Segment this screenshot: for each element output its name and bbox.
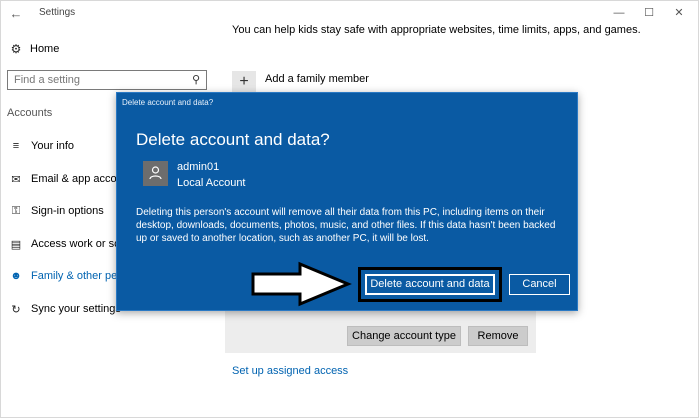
minimize-icon: — bbox=[613, 7, 625, 19]
close-icon: ✕ bbox=[674, 7, 684, 19]
cancel-button[interactable]: Cancel bbox=[509, 274, 570, 295]
back-button[interactable]: ← bbox=[7, 5, 25, 23]
sidebar-item-label: Sign-in options bbox=[31, 205, 104, 217]
sidebar-item-label: Sync your settings bbox=[31, 303, 121, 315]
dialog-warning-text: Deleting this person's account will remo… bbox=[136, 207, 556, 244]
settings-window: ← Settings — ☐ ✕ ⚙ Home ⚲ Accounts ≡ You… bbox=[0, 0, 699, 418]
add-family-member-button[interactable]: + Add a family member bbox=[232, 71, 369, 93]
maximize-button[interactable]: ☐ bbox=[638, 4, 660, 22]
maximize-icon: ☐ bbox=[644, 7, 654, 19]
person-card-icon: ≡ bbox=[12, 140, 20, 152]
person-add-icon: ☻ bbox=[10, 270, 22, 282]
sidebar-item-your-info[interactable]: ≡ Your info bbox=[9, 137, 74, 155]
section-label-accounts: Accounts bbox=[7, 107, 53, 119]
account-name: admin01 bbox=[177, 161, 220, 173]
family-intro-text: You can help kids stay safe with appropr… bbox=[232, 24, 641, 36]
change-account-type-button[interactable]: Change account type bbox=[347, 326, 461, 346]
add-family-member-label: Add a family member bbox=[265, 73, 369, 85]
search-icon[interactable]: ⚲ bbox=[192, 73, 200, 86]
search-input[interactable] bbox=[14, 73, 184, 87]
gear-icon: ⚙ bbox=[10, 42, 22, 56]
user-icon bbox=[149, 166, 162, 180]
account-type: Local Account bbox=[177, 177, 246, 189]
annotation-arrow-icon bbox=[251, 261, 352, 307]
delete-account-button[interactable]: Delete account and data bbox=[364, 273, 496, 296]
close-button[interactable]: ✕ bbox=[668, 4, 690, 22]
sidebar-item-sync[interactable]: ↻ Sync your settings bbox=[9, 300, 121, 318]
assigned-access-link[interactable]: Set up assigned access bbox=[232, 365, 348, 377]
key-icon: ⚿ bbox=[11, 204, 21, 217]
dialog-window-title: Delete account and data? bbox=[122, 98, 214, 107]
dialog-heading: Delete account and data? bbox=[136, 130, 330, 149]
avatar bbox=[143, 161, 168, 186]
arrow-left-icon: ← bbox=[9, 6, 23, 21]
sidebar-item-sign-in-options[interactable]: ⚿ Sign-in options bbox=[9, 202, 104, 220]
minimize-button[interactable]: — bbox=[608, 4, 630, 22]
dialog-title-bar: Delete account and data? bbox=[117, 93, 577, 113]
envelope-icon: ✉ bbox=[11, 173, 21, 186]
search-box: ⚲ bbox=[7, 70, 207, 90]
home-label: Home bbox=[30, 43, 60, 55]
remove-button[interactable]: Remove bbox=[468, 326, 528, 346]
sidebar-item-home[interactable]: ⚙ Home bbox=[9, 40, 60, 58]
sync-icon: ↻ bbox=[11, 303, 21, 316]
briefcase-icon: ▤ bbox=[10, 238, 22, 251]
sidebar-item-label: Your info bbox=[31, 140, 75, 152]
app-title: Settings bbox=[39, 7, 76, 18]
plus-icon: + bbox=[232, 71, 256, 93]
